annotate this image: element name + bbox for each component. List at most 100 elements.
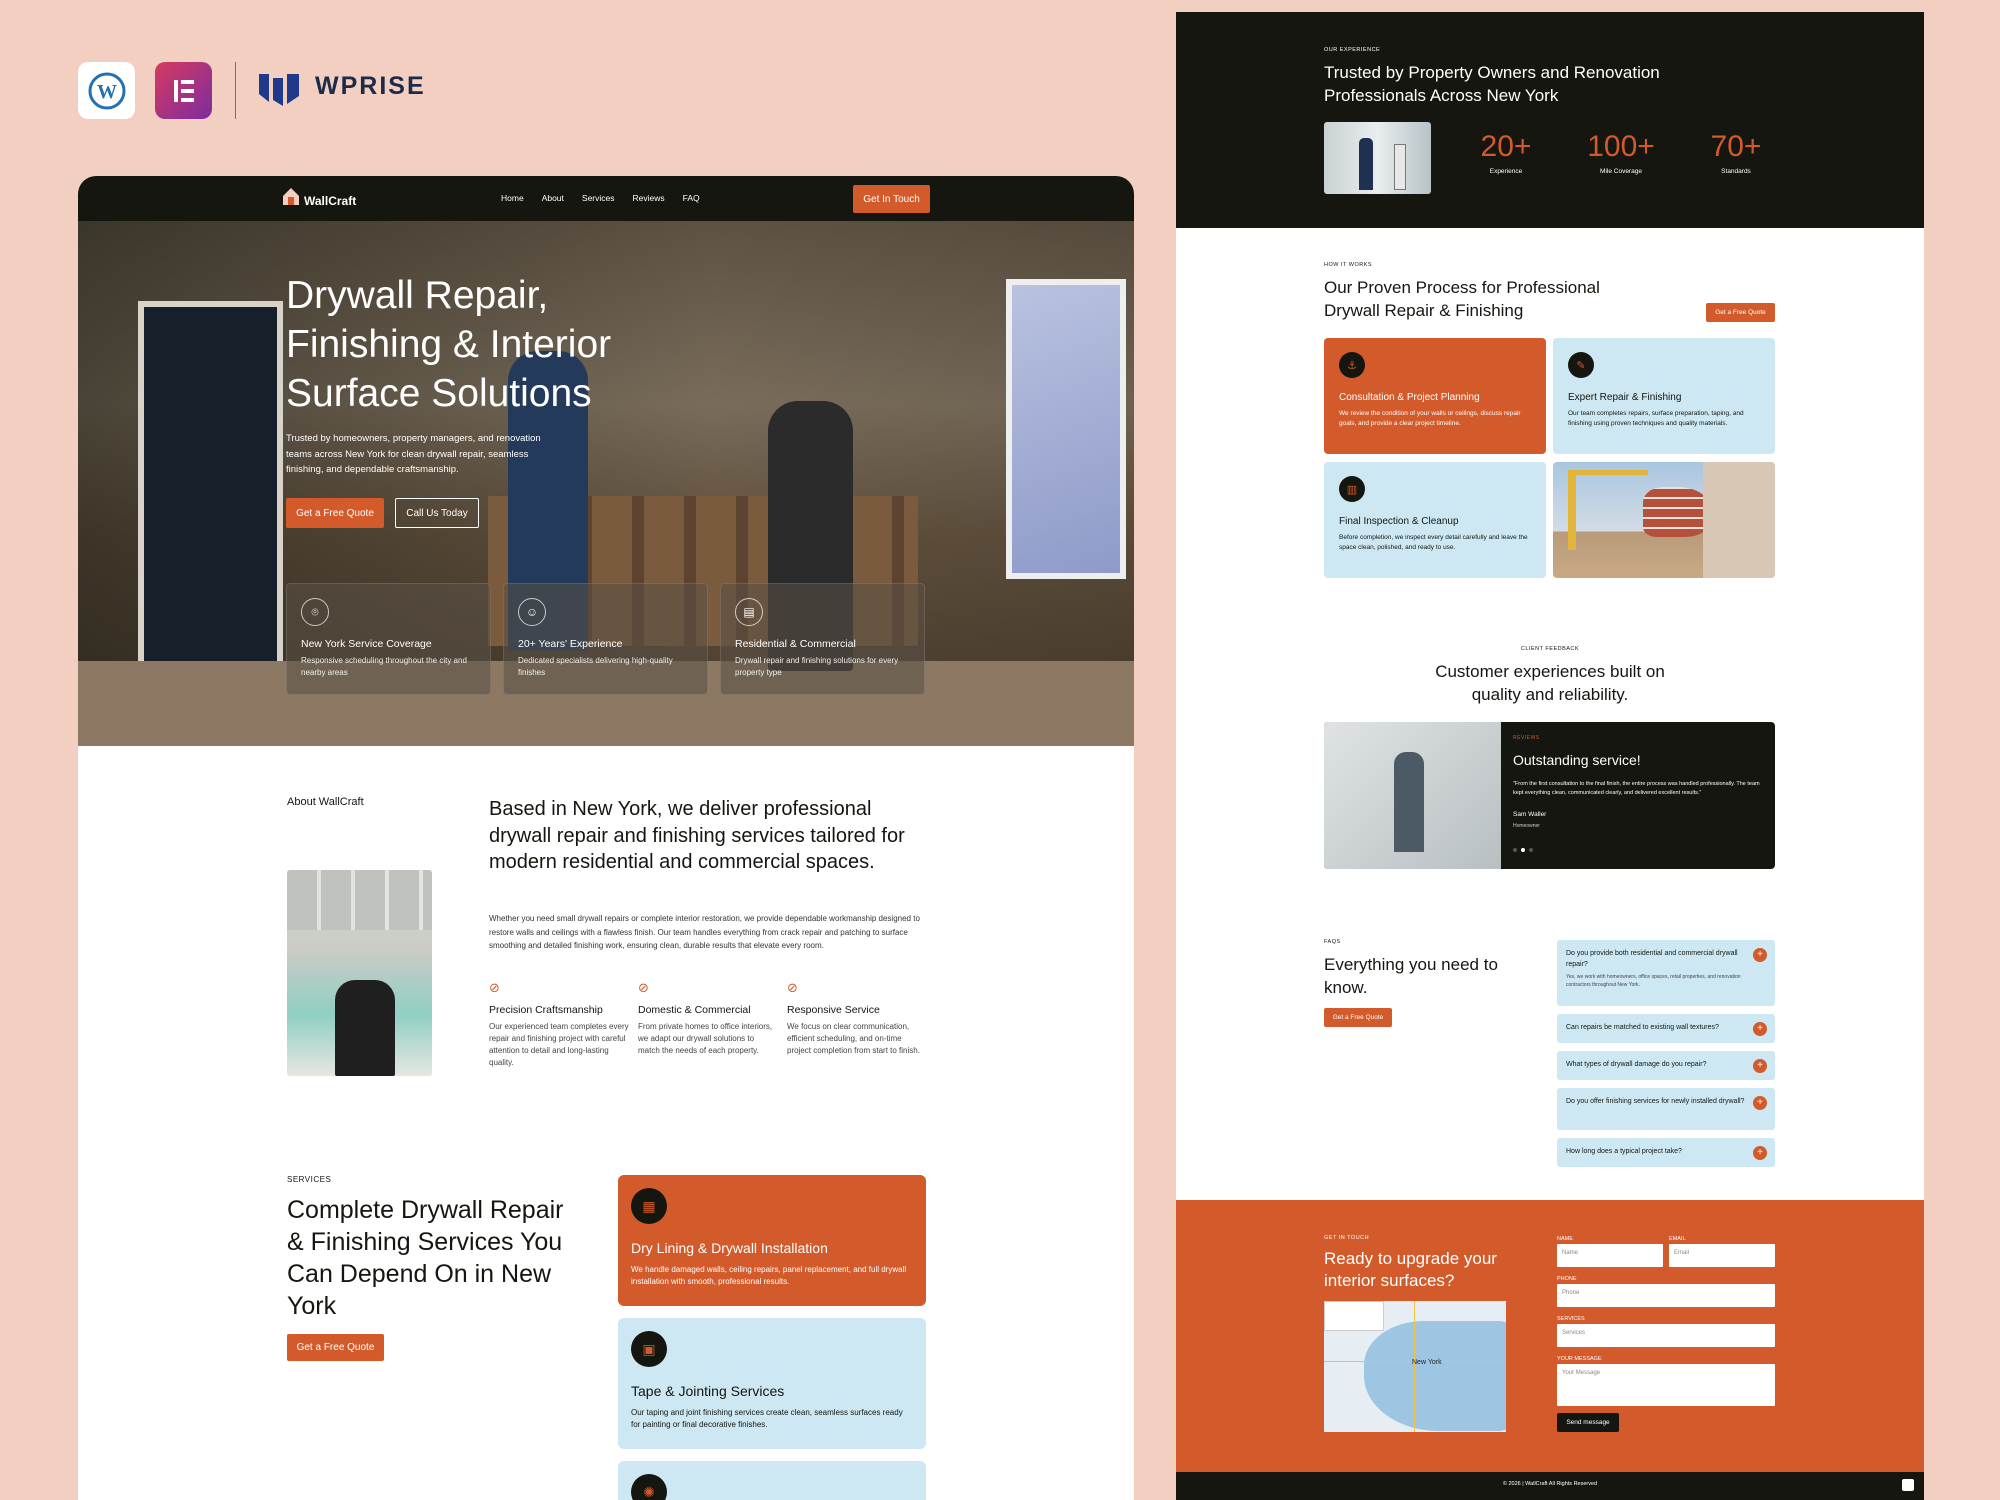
map[interactable]: New York [1324,1301,1506,1432]
faq-heading: Everything you need to know. [1324,955,1498,997]
door-shape [138,301,283,671]
service-title: Dry Lining & Drywall Installation [631,1240,828,1256]
divider [235,62,236,119]
homepage-right-preview: OUR EXPERIENCE Trusted by Property Owner… [1176,12,1924,1500]
faq-quote-button[interactable]: Get a Free Quote [1324,1008,1392,1027]
service-card-tape[interactable]: ▣ Tape & Jointing Services Our taping an… [618,1318,926,1449]
review-role: Homeowner [1513,823,1540,829]
feature-text: Our experienced team completes every rep… [489,1022,629,1067]
process-quote-button[interactable]: Get a Free Quote [1706,303,1775,322]
faq-toggle-icon[interactable]: + [1753,1059,1767,1073]
contact-section: GET IN TOUCH Ready to upgrade your inter… [1176,1200,1924,1484]
stat-value: 100+ [1587,130,1655,163]
review-quote: "From the first consultation to the fina… [1513,781,1760,796]
nav-about[interactable]: About [542,193,564,203]
service-card-drylining[interactable]: ▦ Dry Lining & Drywall Installation We h… [618,1175,926,1306]
faq-toggle-icon[interactable]: + [1753,1022,1767,1036]
about-body: Whether you need small drywall repairs o… [489,914,920,951]
message-field[interactable]: Your Message [1557,1364,1775,1406]
feature-title: Responsive Service [787,1004,880,1016]
nav-links: Home About Services Reviews FAQ [501,193,700,203]
free-quote-button[interactable]: Get a Free Quote [286,498,384,528]
faq-toggle-icon[interactable]: + [1753,948,1767,962]
service-card-partial[interactable]: ✺ [618,1461,926,1500]
hero-card-residential: ▤ Residential & Commercial Drywall repai… [720,583,925,695]
faq-question: How long does a typical project take? [1566,1148,1682,1155]
hero-card-text: Responsive scheduling throughout the cit… [301,656,467,677]
name-label: NAME [1557,1236,1573,1242]
service-text: We handle damaged walls, ceiling repairs… [631,1265,907,1286]
hero-card-title: Residential & Commercial [735,638,856,650]
contact-label: GET IN TOUCH [1324,1235,1370,1241]
building-icon: ▤ [735,598,763,626]
nav-faq[interactable]: FAQ [683,193,700,203]
get-in-touch-button[interactable]: Get In Touch [853,185,930,213]
feedback-heading: Customer experiences built on quality an… [1435,662,1665,704]
service-icon: ✺ [631,1474,667,1500]
hero-card-text: Dedicated specialists delivering high-qu… [518,656,673,677]
top-nav: WallCraft Home About Services Reviews FA… [78,176,1134,221]
faq-item[interactable]: How long does a typical project take? + [1557,1138,1775,1167]
stat-experience: 20+ Experience [1461,130,1551,175]
experience-label: OUR EXPERIENCE [1324,47,1381,53]
hero-card-title: 20+ Years' Experience [518,638,623,650]
faq-question: Do you provide both residential and comm… [1566,950,1738,969]
stat-standards: 70+ Standards [1691,130,1781,175]
experience-image [1324,122,1431,194]
carousel-dots[interactable] [1513,848,1533,852]
about-image [287,870,432,1076]
feedback-label: CLIENT FEEDBACK [1520,646,1580,652]
faq-toggle-icon[interactable]: + [1753,1096,1767,1110]
hero-section: Drywall Repair, Finishing & Interior Sur… [78,221,1134,746]
feature-text: We focus on clear communication, efficie… [787,1022,920,1055]
hero-title: Drywall Repair, Finishing & Interior Sur… [286,274,612,416]
map-label: New York [1412,1359,1442,1366]
step-consultation: ⚓ Consultation & Project Planning We rev… [1324,338,1546,454]
faq-item[interactable]: What types of drywall damage do you repa… [1557,1051,1775,1080]
email-field[interactable]: Email [1669,1244,1775,1267]
location-pin-icon: ⌾ [301,598,329,626]
faq-item[interactable]: Do you provide both residential and comm… [1557,940,1775,1006]
services-heading: Complete Drywall Repair & Finishing Serv… [287,1196,564,1320]
faq-question: Do you offer finishing services for newl… [1566,1098,1745,1105]
faq-item[interactable]: Do you offer finishing services for newl… [1557,1088,1775,1130]
footer: © 2026 | WallCraft All Rights Reserved [1176,1472,1924,1500]
call-us-button[interactable]: Call Us Today [395,498,479,528]
process-heading: Our Proven Process for Professional Dryw… [1324,278,1600,320]
services-field[interactable]: Services [1557,1324,1775,1347]
review-title: Outstanding service! [1513,752,1641,768]
window-shape [1006,279,1126,579]
faq-question: What types of drywall damage do you repa… [1566,1061,1707,1068]
check-circle-icon: ⊘ [638,980,649,995]
message-label: YOUR MESSAGE [1557,1356,1602,1362]
wordpress-icon: W [78,62,135,119]
review-card: REVIEWS Outstanding service! "From the f… [1324,722,1775,869]
faq-item[interactable]: Can repairs be matched to existing wall … [1557,1014,1775,1043]
stat-value: 20+ [1480,130,1532,163]
nav-reviews[interactable]: Reviews [633,193,665,203]
feature-title: Domestic & Commercial [638,1004,751,1016]
phone-field[interactable]: Phone [1557,1284,1775,1307]
nav-services[interactable]: Services [582,193,615,203]
svg-text:W: W [97,81,117,103]
brand-name: WPRISE [315,72,426,100]
scroll-top-icon[interactable] [1902,1479,1914,1491]
feature-precision: ⊘ Precision Craftsmanship Our experience… [489,980,629,1069]
send-message-button[interactable]: Send message [1557,1413,1619,1432]
about-heading: Based in New York, we deliver profession… [489,798,905,874]
nav-home[interactable]: Home [501,193,524,203]
step-text: Before completion, we inspect every deta… [1339,534,1528,551]
site-logo[interactable]: WallCraft [304,194,356,208]
about-label: About WallCraft [287,796,364,808]
footer-copyright: © 2026 | WallCraft All Rights Reserved [1502,1481,1598,1487]
hero-card-experience: ☺ 20+ Years' Experience Dedicated specia… [503,583,708,695]
faq-label: FAQS [1324,939,1341,945]
review-image [1324,722,1501,869]
review-author: Sam Waller [1513,811,1547,818]
name-field[interactable]: Name [1557,1244,1663,1267]
faq-toggle-icon[interactable]: + [1753,1146,1767,1160]
hero-card-title: New York Service Coverage [301,638,432,650]
stat-label: Mile Coverage [1600,168,1642,175]
feature-title: Precision Craftsmanship [489,1004,603,1016]
services-quote-button[interactable]: Get a Free Quote [287,1334,384,1361]
